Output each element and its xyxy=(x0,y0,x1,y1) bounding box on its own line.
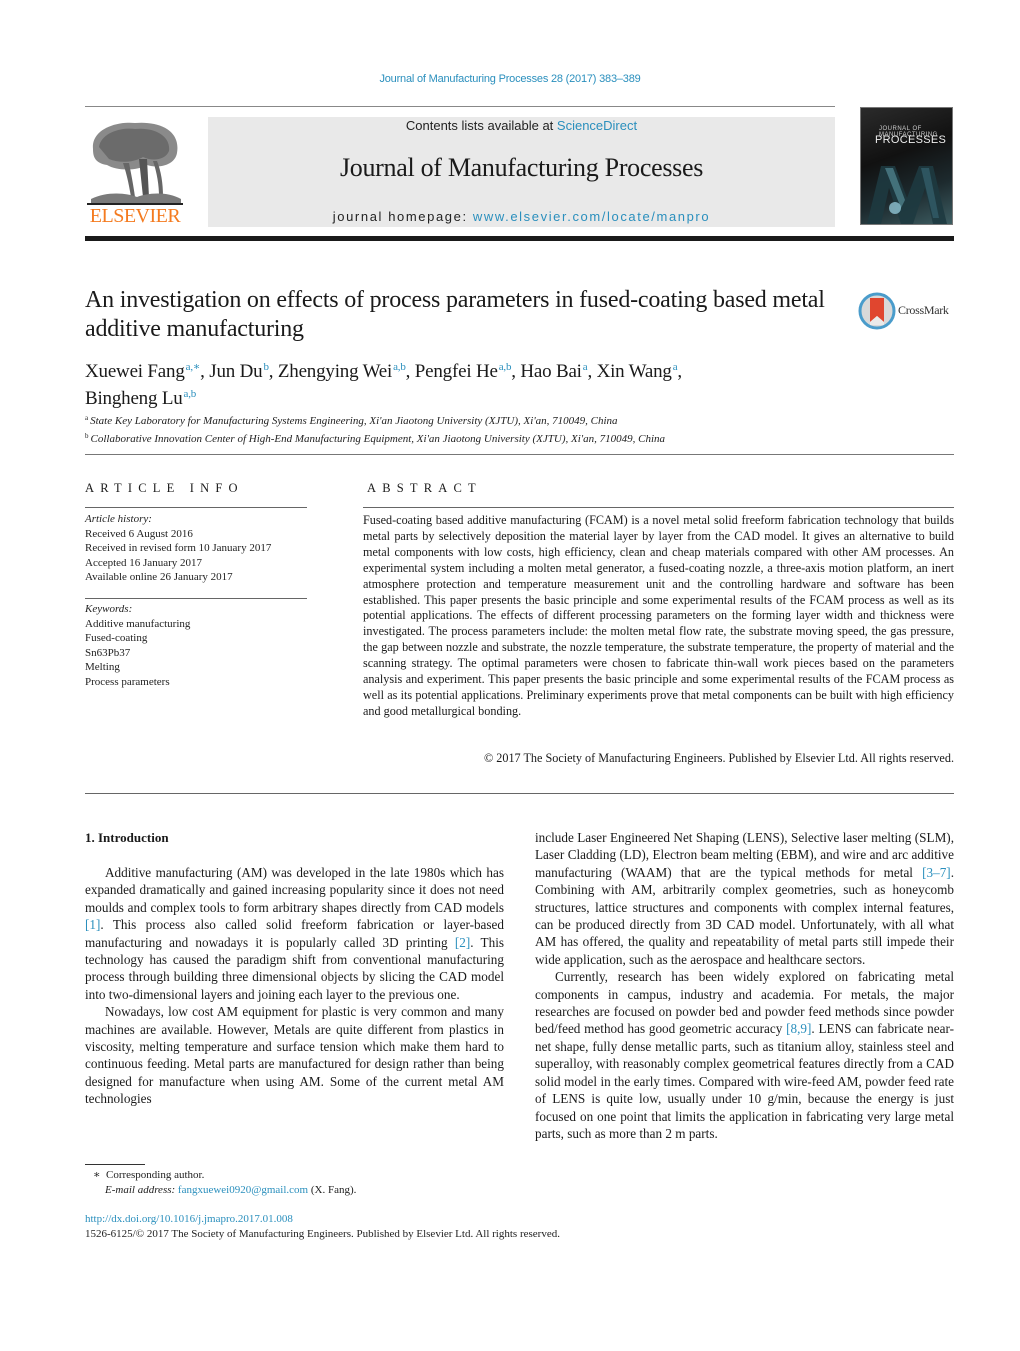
body-paragraph: Additive manufacturing (AM) was develope… xyxy=(85,865,504,1002)
crossmark-icon xyxy=(858,292,896,330)
author-affiliation-mark[interactable]: a,∗ xyxy=(186,361,201,373)
email-line: E-mail address: fangxuewei0920@gmail.com… xyxy=(105,1183,357,1196)
corresponding-author-line: ∗ Corresponding author. xyxy=(93,1169,205,1181)
body-paragraph: Nowadays, low cost AM equipment for plas… xyxy=(85,1004,504,1107)
masthead-divider xyxy=(85,236,954,241)
keyword-item: Sn63Pb37 xyxy=(85,646,131,659)
article-info-rule xyxy=(85,507,307,508)
author-affiliation-mark[interactable]: a,b xyxy=(393,361,406,373)
journal-name: Journal of Manufacturing Processes xyxy=(339,153,704,182)
body-column-left: Additive manufacturing (AM) was develope… xyxy=(85,864,504,1108)
keywords-label: Keywords: xyxy=(85,603,133,615)
reference-link[interactable]: [1] xyxy=(85,917,100,932)
article-history: Article history: Received 6 August 2016 … xyxy=(85,512,310,585)
journal-cover-thumbnail[interactable]: JOURNAL OF MANUFACTURING PROCESSES xyxy=(860,107,953,225)
author-separator: , xyxy=(405,361,415,382)
author-name[interactable]: Zhengying Wei xyxy=(278,361,392,382)
header-rule xyxy=(85,106,835,107)
keyword-item: Melting xyxy=(85,661,120,673)
abstract-rule xyxy=(363,507,954,508)
author-separator: , xyxy=(587,361,597,382)
author-list: Xuewei Fanga,∗, Jun Dub, Zhengying Weia,… xyxy=(85,356,845,410)
affiliation-text: Collaborative Innovation Center of High-… xyxy=(90,433,666,445)
history-item: Available online 26 January 2017 xyxy=(85,571,233,583)
history-item: Received in revised form 10 January 2017 xyxy=(85,542,272,554)
affiliation-divider xyxy=(85,454,954,455)
affiliation-text: State Key Laboratory for Manufacturing S… xyxy=(90,415,618,427)
abstract-heading: ABSTRACT xyxy=(367,481,482,495)
cover-big-title: PROCESSES xyxy=(875,134,947,146)
keyword-item: Additive manufacturing xyxy=(85,617,191,630)
author-name[interactable]: Hao Bai xyxy=(520,361,582,382)
contents-prefix: Contents lists available at xyxy=(405,118,557,133)
abstract-copyright: © 2017 The Society of Manufacturing Engi… xyxy=(483,751,954,765)
article-info-heading: ARTICLE INFO xyxy=(85,481,244,495)
author-name[interactable]: Pengfei He xyxy=(415,361,498,382)
abstract-text: Fused-coating based additive manufacturi… xyxy=(363,513,954,718)
homepage-link[interactable]: www.elsevier.com/locate/manpro xyxy=(473,209,710,224)
crossmark-badge[interactable]: CrossMark xyxy=(858,291,958,331)
doi-link[interactable]: http://dx.doi.org/10.1016/j.jmapro.2017.… xyxy=(85,1213,293,1225)
sciencedirect-link[interactable]: ScienceDirect xyxy=(557,118,637,133)
reference-link[interactable]: [3–7] xyxy=(922,865,951,880)
author-separator: , xyxy=(200,361,210,382)
keywords-rule xyxy=(85,598,307,599)
author-affiliation-mark[interactable]: a,b xyxy=(499,361,512,373)
section-heading-introduction: 1. Introduction xyxy=(85,830,169,845)
crossmark-label: CrossMark xyxy=(898,303,949,317)
doi-block: http://dx.doi.org/10.1016/j.jmapro.2017.… xyxy=(85,1212,560,1241)
cover-m-graphic-icon xyxy=(867,166,947,224)
history-item: Accepted 16 January 2017 xyxy=(85,556,202,569)
author-separator: , xyxy=(268,361,278,382)
elsevier-tree-icon xyxy=(87,119,183,205)
reference-link[interactable]: [8,9] xyxy=(786,1021,811,1036)
body-column-right: include Laser Engineered Net Shaping (LE… xyxy=(535,829,954,1142)
journal-masthead: Contents lists available at ScienceDirec… xyxy=(208,117,835,227)
author-email-link[interactable]: fangxuewei0920@gmail.com xyxy=(178,1184,308,1196)
keyword-item: Fused-coating xyxy=(85,632,148,644)
article-title: An investigation on effects of process p… xyxy=(85,287,825,342)
affiliations: a State Key Laboratory for Manufacturing … xyxy=(85,411,945,447)
footnote-rule xyxy=(85,1164,145,1165)
author-affiliation-mark[interactable]: a,b xyxy=(184,388,197,400)
elsevier-wordmark: ELSEVIER xyxy=(89,205,181,227)
author-name[interactable]: Xin Wang xyxy=(597,361,672,382)
corresponding-author-footnote: ∗ Corresponding author. E-mail address: … xyxy=(93,1168,356,1197)
author-name[interactable]: Bingheng Lu xyxy=(85,388,183,409)
author-name[interactable]: Xuewei Fang xyxy=(85,361,185,382)
reference-link[interactable]: [2] xyxy=(455,935,470,950)
affiliation-mark: a xyxy=(85,414,89,422)
issn-copyright: 1526-6125/© 2017 The Society of Manufact… xyxy=(85,1227,560,1240)
elsevier-logo[interactable]: ELSEVIER xyxy=(85,117,185,227)
keyword-item: Process parameters xyxy=(85,675,170,688)
article-history-label: Article history: xyxy=(85,513,152,525)
journal-citation-link[interactable]: Journal of Manufacturing Processes 28 (2… xyxy=(0,73,1020,85)
body-paragraph: include Laser Engineered Net Shaping (LE… xyxy=(535,830,954,967)
history-item: Received 6 August 2016 xyxy=(85,527,193,540)
body-divider xyxy=(85,793,954,794)
affiliation-b: b Collaborative Innovation Center of High… xyxy=(85,429,945,447)
homepage-prefix: journal homepage: xyxy=(332,209,473,224)
keywords: Keywords: Additive manufacturing Fused-c… xyxy=(85,602,310,689)
affiliation-mark: b xyxy=(85,432,89,440)
author-name[interactable]: Jun Du xyxy=(209,361,262,382)
author-separator: , xyxy=(511,361,521,382)
affiliation-a: a State Key Laboratory for Manufacturing … xyxy=(85,411,945,429)
contents-availability: Contents lists available at ScienceDirec… xyxy=(208,117,835,133)
journal-homepage: journal homepage: www.elsevier.com/locat… xyxy=(208,209,835,224)
author-separator: , xyxy=(677,361,682,382)
body-paragraph: Currently, research has been widely expl… xyxy=(535,969,954,1141)
